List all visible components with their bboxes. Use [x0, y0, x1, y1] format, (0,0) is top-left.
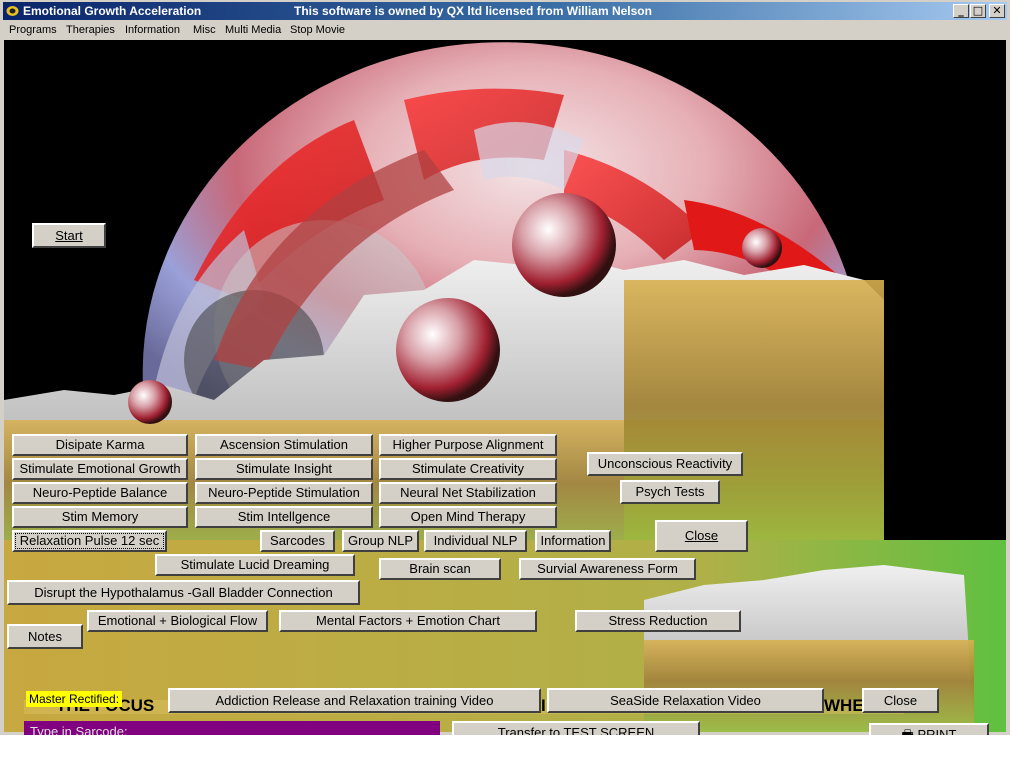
seaside-relaxation-video-button[interactable]: SeaSide Relaxation Video [547, 688, 824, 713]
close-lower-button[interactable]: Close [862, 688, 939, 713]
information-button[interactable]: Information [535, 530, 611, 552]
window-title: Emotional Growth Acceleration [23, 4, 202, 18]
disrupt-hypothalamus-button[interactable]: Disrupt the Hypothalamus -Gall Bladder C… [7, 580, 360, 605]
maximize-button[interactable]: □ [970, 4, 986, 18]
license-text: This software is owned by QX ltd license… [294, 4, 652, 18]
menu-bar: Programs Therapies Information Misc Mult… [3, 21, 1007, 39]
group-nlp-button[interactable]: Group NLP [342, 530, 419, 552]
menu-information[interactable]: Information [125, 24, 180, 36]
stress-reduction-button[interactable]: Stress Reduction [575, 610, 741, 632]
emotional-biological-flow-button[interactable]: Emotional + Biological Flow [87, 610, 268, 632]
app-window: Emotional Growth Acceleration This softw… [0, 0, 1010, 735]
open-mind-therapy-button[interactable]: Open Mind Therapy [379, 506, 557, 528]
title-bar[interactable]: Emotional Growth Acceleration This softw… [3, 2, 1007, 20]
sarcodes-button[interactable]: Sarcodes [260, 530, 335, 552]
stimulate-emotional-growth-button[interactable]: Stimulate Emotional Growth [12, 458, 188, 480]
stim-memory-button[interactable]: Stim Memory [12, 506, 188, 528]
menu-therapies[interactable]: Therapies [66, 24, 115, 36]
start-button[interactable]: Start [32, 223, 106, 248]
ascension-stimulation-button[interactable]: Ascension Stimulation [195, 434, 373, 456]
mental-factors-emotion-chart-button[interactable]: Mental Factors + Emotion Chart [279, 610, 537, 632]
stimulate-creativity-button[interactable]: Stimulate Creativity [379, 458, 557, 480]
neuro-peptide-stimulation-button[interactable]: Neuro-Peptide Stimulation [195, 482, 373, 504]
menu-multi-media[interactable]: Multi Media [225, 24, 281, 36]
relaxation-pulse-button[interactable]: Relaxation Pulse 12 sec [12, 530, 167, 552]
stimulate-lucid-dreaming-button[interactable]: Stimulate Lucid Dreaming [155, 554, 355, 576]
print-label: PRINT [917, 727, 957, 735]
higher-purpose-alignment-button[interactable]: Higher Purpose Alignment [379, 434, 557, 456]
psych-tests-button[interactable]: Psych Tests [620, 480, 720, 504]
addiction-release-video-button[interactable]: Addiction Release and Relaxation trainin… [168, 688, 541, 713]
focus-text-right: WHE [824, 696, 864, 715]
unconscious-reactivity-button[interactable]: Unconscious Reactivity [587, 452, 743, 476]
close-window-button[interactable]: ✕ [989, 4, 1005, 18]
minimize-button[interactable]: _ [953, 4, 969, 18]
stim-intelligence-button[interactable]: Stim Intellgence [195, 506, 373, 528]
neural-net-stabilization-button[interactable]: Neural Net Stabilization [379, 482, 557, 504]
neuro-peptide-balance-button[interactable]: Neuro-Peptide Balance [12, 482, 188, 504]
sarcode-input[interactable]: Type in Sarcode: [24, 721, 440, 735]
print-icon: 🖶 [901, 727, 918, 735]
close-upper-button[interactable]: Close [655, 520, 748, 552]
disipate-karma-button[interactable]: Disipate Karma [12, 434, 188, 456]
brain-scan-button[interactable]: Brain scan [379, 558, 501, 580]
stimulate-insight-button[interactable]: Stimulate Insight [195, 458, 373, 480]
menu-misc[interactable]: Misc [193, 24, 216, 36]
master-rectified-label: Master Rectified: [26, 691, 123, 707]
app-icon [6, 6, 19, 16]
print-button[interactable]: 🖶 PRINT [869, 723, 989, 735]
menu-programs[interactable]: Programs [9, 24, 57, 36]
focus-text-mid: I [541, 696, 546, 715]
individual-nlp-button[interactable]: Individual NLP [424, 530, 527, 552]
transfer-to-test-screen-button[interactable]: Transfer to TEST SCREEN [452, 721, 700, 735]
notes-button[interactable]: Notes [7, 624, 83, 649]
survival-awareness-form-button[interactable]: Survial Awareness Form [519, 558, 696, 580]
menu-stop-movie[interactable]: Stop Movie [290, 24, 345, 36]
